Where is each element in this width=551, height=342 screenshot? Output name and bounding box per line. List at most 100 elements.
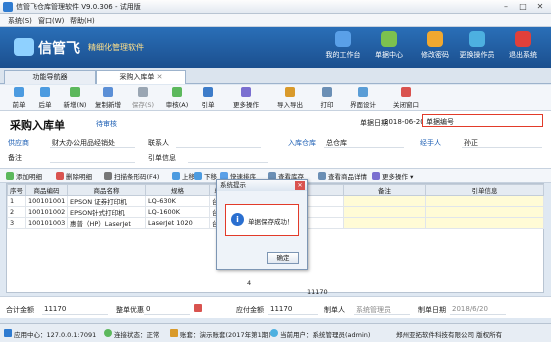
discount-label: 整单优惠 (116, 306, 144, 314)
barcode-icon (104, 172, 112, 180)
make-date-label: 制单日期 (418, 306, 446, 314)
make-date-value: 2018/6/20 (452, 305, 488, 313)
move-up-button[interactable]: 上移 (172, 171, 195, 181)
next-doc-button[interactable]: 后单 (32, 87, 58, 109)
tab-strip: 功能导航器 采购入库单 ✕ (0, 68, 551, 84)
col-header[interactable]: 规格 (145, 184, 210, 196)
layout-icon (358, 87, 368, 97)
save-button[interactable]: 保存(S) (128, 87, 158, 109)
checkbox-icon[interactable] (194, 304, 202, 312)
minimize-icon[interactable]: – (498, 1, 514, 12)
total-amount: 11170 (307, 288, 328, 296)
col-header[interactable]: 商品名称 (67, 184, 146, 196)
print-button[interactable]: 打印 (316, 87, 338, 109)
maximize-icon[interactable]: □ (515, 1, 531, 12)
handler-label: 经手人 (420, 139, 441, 147)
arrow-left-icon (14, 87, 24, 97)
power-icon (515, 31, 531, 47)
menu-help[interactable]: 帮助(H) (70, 16, 95, 26)
arrow-up-icon (172, 172, 180, 180)
move-down-button[interactable]: 下移 (194, 171, 217, 181)
user-status: 当前用户：系统管理员(admin) (280, 331, 371, 339)
close-window-button[interactable]: 关闭窗口 (388, 87, 424, 109)
page-title: 采购入库单 (10, 119, 65, 132)
account-status: 账套：演示账套(2017年第1期) (180, 331, 271, 339)
menu-system[interactable]: 系统(S) (8, 16, 32, 26)
ok-button[interactable]: 确定 (267, 252, 299, 264)
total-qty: 4 (247, 279, 252, 287)
check-icon (172, 87, 182, 97)
close-icon[interactable]: ✕ (295, 181, 305, 190)
dialog-title: 系统提示 (217, 180, 307, 191)
connection-status: 连接状态：正常 (114, 331, 160, 339)
note-label: 备注 (8, 154, 22, 162)
approve-button[interactable]: 审核(A) (162, 87, 192, 109)
save-icon (138, 87, 148, 97)
ref-info-label: 引单信息 (148, 154, 176, 162)
scan-barcode-button[interactable]: 扫描条形码(F4) (104, 171, 159, 181)
toolbar: 前单 后单 新增(N) 复制新增 保存(S) 审核(A) 引单 更多操作 导入导… (0, 85, 551, 111)
supplier-label: 供应商 (8, 139, 29, 147)
import-export-button[interactable]: 导入导出 (272, 87, 308, 109)
more-actions-button[interactable]: 更多操作 (228, 87, 264, 109)
change-password-button[interactable]: 修改密码 (412, 31, 458, 67)
message-dialog: 系统提示 ✕ i 单据保存成功！ 确定 (216, 179, 308, 270)
doc-no-field[interactable]: 单据编号 (422, 114, 543, 127)
view-product-detail-button[interactable]: 查看商品详情 (318, 171, 367, 181)
user-icon (270, 329, 278, 337)
col-header[interactable]: 商品编码 (25, 184, 68, 196)
workbench-button[interactable]: 我的工作台 (320, 31, 366, 67)
menu-window[interactable]: 窗口(W) (38, 16, 64, 26)
prev-doc-button[interactable]: 前单 (6, 87, 32, 109)
server-status: 应用中心：127.0.0.1:7091 (14, 331, 97, 339)
dialog-message-box: i 单据保存成功！ (225, 204, 299, 236)
workbench-icon (335, 31, 351, 47)
switch-operator-button[interactable]: 更换操作员 (454, 31, 500, 67)
more-icon (241, 87, 251, 97)
add-row-button[interactable]: 添加明细 (6, 171, 42, 181)
logo: 信管飞 (38, 41, 80, 57)
payable-value: 11170 (270, 305, 293, 313)
copy-new-button[interactable]: 复制新增 (92, 87, 124, 109)
account-icon (170, 329, 178, 337)
more-actions-dropdown[interactable]: 更多操作 ▾ (372, 171, 413, 181)
total-label: 合计金额 (6, 306, 34, 314)
status-bar: 应用中心：127.0.0.1:7091 连接状态：正常 账套：演示账套(2017… (0, 323, 551, 342)
tab-close-icon[interactable]: ✕ (157, 73, 163, 81)
exit-button[interactable]: 退出系统 (500, 31, 546, 67)
reference-button[interactable]: 引单 (196, 87, 220, 109)
printer-icon (322, 87, 332, 97)
document-icon (381, 31, 397, 47)
copyright: 郑州亚拓软件科技有限公司 版权所有 (396, 331, 503, 339)
plus-icon (70, 87, 80, 97)
close-icon[interactable]: ✕ (532, 1, 548, 12)
copy-icon (103, 87, 113, 97)
detail-icon (318, 172, 326, 180)
arrow-right-icon (40, 87, 50, 97)
slogan: 精细化管理软件 (88, 43, 144, 52)
more-icon (372, 172, 380, 180)
tab-purchase-inbound[interactable]: 采购入库单 ✕ (96, 70, 186, 84)
server-icon (4, 329, 12, 337)
col-header[interactable]: 备注 (343, 184, 426, 196)
app-header: 信管飞 精细化管理软件 我的工作台 单据中心 修改密码 更换操作员 退出系统 (0, 27, 551, 68)
col-header[interactable]: 引单信息 (425, 184, 544, 196)
status-badge: 待审核 (96, 120, 117, 128)
doc-no-label: 单据编号 (426, 118, 454, 126)
new-button[interactable]: 新增(N) (60, 87, 90, 109)
summary-bar: 合计金额 11170 整单优惠 0 应付金额 11170 制单人 系统管理员 制… (0, 296, 551, 318)
layout-design-button[interactable]: 界面设计 (346, 87, 380, 109)
lock-icon (427, 31, 443, 47)
title-bar: 信管飞仓库管理软件 V9.0.306 - 试用版 – □ ✕ (0, 0, 551, 14)
payable-label: 应付金额 (236, 306, 264, 314)
window-title: 信管飞仓库管理软件 V9.0.306 - 试用版 (16, 3, 141, 11)
user-icon (469, 31, 485, 47)
app-icon (3, 2, 13, 12)
document-center-button[interactable]: 单据中心 (366, 31, 412, 67)
contact-label: 联系人 (148, 139, 169, 147)
delete-row-button[interactable]: 删除明细 (56, 171, 92, 181)
col-header[interactable]: 序号 (7, 184, 26, 196)
tab-navigator[interactable]: 功能导航器 (4, 70, 96, 84)
info-icon: i (231, 213, 244, 226)
discount-field[interactable]: 0 (146, 305, 150, 313)
